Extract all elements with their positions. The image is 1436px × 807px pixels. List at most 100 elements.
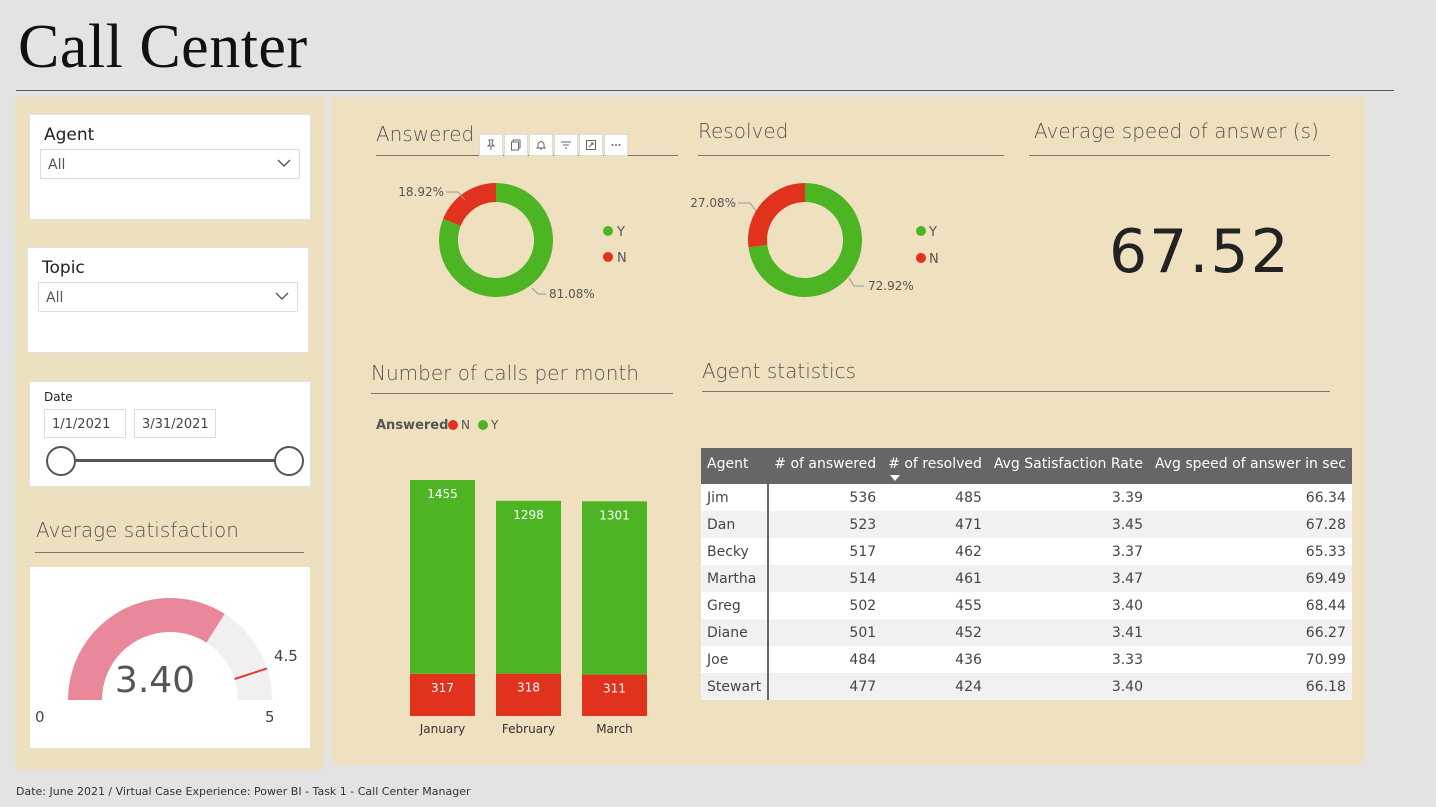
date-slicer: Date 1/1/2021 3/31/2021	[29, 381, 311, 487]
agent-table-body: Jim 536 485 3.39 66.34 Dan 523 471 3.45 67.28 Beck…	[701, 484, 1352, 700]
date-range-end-handle[interactable]	[274, 446, 304, 476]
copy-icon[interactable]	[504, 134, 528, 156]
more-icon[interactable]	[604, 134, 628, 156]
answered-slice-n[interactable]	[443, 183, 496, 226]
bar-label-january-y: 1455	[427, 487, 458, 501]
main-report-canvas: Answered 18.92% 81.08% Y N Resolved 27.0…	[331, 97, 1365, 765]
cell-satisfaction: 3.39	[987, 484, 1149, 511]
resolved-y-label: 72.92%	[868, 279, 914, 293]
table-row[interactable]: Joe 484 436 3.33 70.99	[701, 646, 1352, 673]
cell-answered: 514	[768, 565, 883, 592]
date-slicer-label: Date	[44, 390, 73, 404]
answered-slices	[439, 183, 553, 297]
page-title: Call Center	[18, 13, 308, 81]
answered-donut: 18.92% 81.08% Y N	[398, 183, 627, 301]
answered-legend-n-dot	[603, 252, 613, 262]
topic-dropdown-value: All	[46, 290, 64, 306]
column-header-agent[interactable]: Agent	[701, 448, 769, 484]
agent-dropdown-value: All	[48, 157, 66, 173]
cell-answered: 536	[768, 484, 883, 511]
cell-answered: 517	[768, 538, 883, 565]
speed-title-divider	[1029, 155, 1330, 156]
agent-slicer-label: Agent	[44, 125, 95, 145]
resolved-legend-n-dot	[916, 253, 926, 263]
answered-title: Answered	[376, 122, 475, 146]
table-row[interactable]: Stewart 477 424 3.40 66.18	[701, 673, 1352, 700]
answered-legend-y-dot	[603, 226, 613, 236]
table-header-row: Agent # of answered # of resolved Avg Sa…	[701, 448, 1352, 484]
pin-icon[interactable]	[479, 134, 503, 156]
cell-agent: Diane	[701, 619, 770, 646]
cell-resolved: 461	[882, 565, 988, 592]
bar-february-y[interactable]	[496, 500, 561, 674]
cell-resolved: 424	[882, 673, 988, 700]
bell-icon[interactable]	[529, 134, 553, 156]
column-header-satisfaction[interactable]: Avg Satisfaction Rate	[987, 448, 1149, 484]
topic-dropdown[interactable]: All	[38, 282, 298, 312]
date-end-input[interactable]: 3/31/2021	[134, 409, 216, 438]
cell-agent: Stewart	[701, 673, 770, 700]
column-header-answered[interactable]: # of answered	[768, 448, 883, 484]
gauge-chart: 3.40 0 5 4.5	[35, 598, 298, 726]
cell-resolved: 436	[882, 646, 988, 673]
cell-resolved: 471	[882, 511, 988, 538]
bar-march-y[interactable]	[582, 501, 647, 675]
calls-per-month-chart: Answered N Y 317 1455 January 318 1298 Februa…	[376, 418, 647, 736]
bar-january-y[interactable]	[410, 480, 475, 674]
date-range-track	[60, 459, 288, 462]
bar-label-march-n: 311	[603, 682, 626, 696]
agent-dropdown[interactable]: All	[40, 149, 300, 179]
table-row[interactable]: Becky 517 462 3.37 65.33	[701, 538, 1352, 565]
gauge-target-label: 4.5	[274, 647, 298, 665]
answered-y-leader	[531, 287, 546, 295]
speed-kpi-value: 67.52	[1109, 217, 1291, 287]
resolved-n-leader	[738, 202, 757, 212]
cell-resolved: 452	[882, 619, 988, 646]
resolved-slice-n[interactable]	[748, 183, 805, 248]
table-row[interactable]: Diane 501 452 3.41 66.27	[701, 619, 1352, 646]
speed-title: Average speed of answer (s)	[1034, 119, 1319, 143]
cell-agent: Jim	[701, 484, 770, 511]
table-row[interactable]: Greg 502 455 3.40 68.44	[701, 592, 1352, 619]
satisfaction-title-divider	[35, 552, 304, 553]
table-row[interactable]: Jim 536 485 3.39 66.34	[701, 484, 1352, 511]
table-row[interactable]: Martha 514 461 3.47 69.49	[701, 565, 1352, 592]
cell-speed: 70.99	[1148, 646, 1352, 673]
bar-label-february-n: 318	[517, 681, 540, 695]
cell-satisfaction: 3.47	[987, 565, 1149, 592]
topic-slicer-label: Topic	[42, 258, 85, 278]
date-range-start-handle[interactable]	[46, 446, 76, 476]
column-header-resolved-label: # of resolved	[888, 456, 982, 472]
bar-label-march-y: 1301	[599, 508, 630, 522]
topic-slicer: Topic All	[27, 247, 309, 353]
x-tick-label: March	[596, 722, 633, 736]
table-row[interactable]: Dan 523 471 3.45 67.28	[701, 511, 1352, 538]
calls-legend-title: Answered	[376, 418, 448, 433]
satisfaction-gauge: 3.40 0 5 4.5	[30, 567, 310, 748]
bar-label-february-y: 1298	[513, 508, 544, 522]
calls-legend-y-dot	[478, 420, 488, 430]
chevron-down-icon	[275, 292, 289, 300]
cell-resolved: 485	[882, 484, 988, 511]
chevron-down-icon	[277, 159, 291, 167]
calls-legend-n: N	[461, 418, 470, 432]
cell-satisfaction: 3.40	[987, 673, 1149, 700]
column-header-resolved[interactable]: # of resolved	[882, 448, 988, 484]
calls-legend-n-dot	[448, 420, 458, 430]
column-header-speed[interactable]: Avg speed of answer in sec	[1148, 448, 1352, 484]
x-tick-label: February	[502, 722, 555, 736]
cell-agent: Greg	[701, 592, 770, 619]
date-start-input[interactable]: 1/1/2021	[44, 409, 126, 438]
visual-header-toolbar	[479, 134, 628, 156]
resolved-legend-y: Y	[928, 225, 937, 240]
filter-icon[interactable]	[554, 134, 578, 156]
cell-speed: 66.18	[1148, 673, 1352, 700]
answered-legend-n: N	[617, 251, 627, 266]
cell-answered: 477	[768, 673, 883, 700]
focus-icon[interactable]	[579, 134, 603, 156]
cell-satisfaction: 3.33	[987, 646, 1149, 673]
agent-slicer: Agent All	[29, 114, 311, 220]
cell-satisfaction: 3.37	[987, 538, 1149, 565]
cell-answered: 501	[768, 619, 883, 646]
cell-answered: 502	[768, 592, 883, 619]
